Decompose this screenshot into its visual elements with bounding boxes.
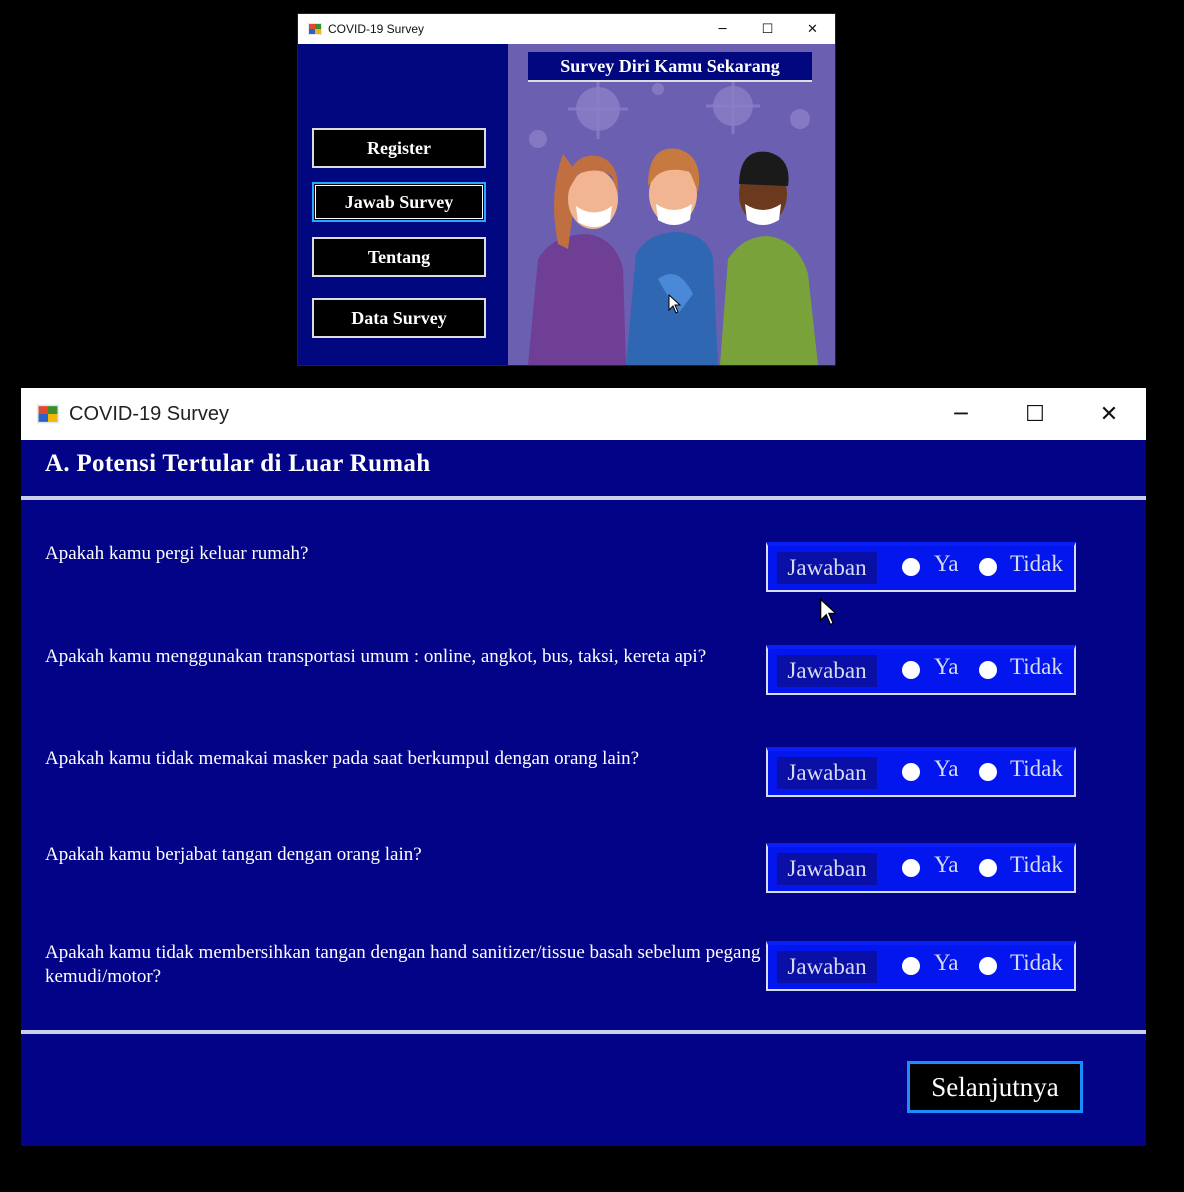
section-title: A. Potensi Tertular di Luar Rumah (45, 450, 431, 477)
window-title: COVID-19 Survey (69, 402, 230, 425)
minimize-button[interactable]: ─ (924, 388, 998, 440)
radio-ya[interactable] (902, 661, 920, 679)
banner-title: Survey Diri Kamu Sekarang (528, 52, 812, 82)
title-bar[interactable]: COVID-19 Survey ─ ☐ ✕ (298, 14, 835, 44)
option-tidak-label[interactable]: Tidak (1010, 654, 1063, 680)
app-icon (37, 404, 59, 424)
radio-tidak[interactable] (979, 661, 997, 679)
answer-group-4: Jawaban Ya Tidak (766, 843, 1076, 893)
mouse-cursor-icon (668, 294, 682, 314)
mouse-cursor-icon (819, 598, 838, 626)
option-ya-label[interactable]: Ya (934, 950, 959, 976)
answer-group-1: Jawaban Ya Tidak (766, 542, 1076, 592)
option-ya-label[interactable]: Ya (934, 654, 959, 680)
answer-group-2: Jawaban Ya Tidak (766, 645, 1076, 695)
radio-ya[interactable] (902, 558, 920, 576)
radio-tidak[interactable] (979, 957, 997, 975)
title-bar[interactable]: COVID-19 Survey ─ ☐ ✕ (21, 388, 1146, 440)
divider (21, 1030, 1146, 1034)
question-5: Apakah kamu tidak membersihkan tangan de… (45, 942, 761, 987)
tentang-button[interactable]: Tentang (312, 237, 486, 277)
main-menu-window: COVID-19 Survey ─ ☐ ✕ Register Jawab Sur… (298, 14, 835, 365)
radio-tidak[interactable] (979, 763, 997, 781)
divider (21, 496, 1146, 500)
option-tidak-label[interactable]: Tidak (1010, 551, 1063, 577)
question-3: Apakah kamu tidak memakai masker pada sa… (45, 748, 640, 769)
answer-label: Jawaban (777, 757, 877, 789)
data-survey-button[interactable]: Data Survey (312, 298, 486, 338)
minimize-button[interactable]: ─ (700, 14, 745, 44)
answer-group-3: Jawaban Ya Tidak (766, 747, 1076, 797)
answer-group-5: Jawaban Ya Tidak (766, 941, 1076, 991)
radio-ya[interactable] (902, 957, 920, 975)
illustration-art (528, 79, 818, 365)
close-button[interactable]: ✕ (1072, 388, 1146, 440)
maximize-button[interactable]: ☐ (998, 388, 1072, 440)
radio-tidak[interactable] (979, 558, 997, 576)
radio-ya[interactable] (902, 859, 920, 877)
people-wearing-masks-illustration: Survey Diri Kamu Sekarang (508, 44, 835, 365)
option-tidak-label[interactable]: Tidak (1010, 950, 1063, 976)
answer-label: Jawaban (777, 853, 877, 885)
option-ya-label[interactable]: Ya (934, 756, 959, 782)
question-4: Apakah kamu berjabat tangan dengan orang… (45, 844, 422, 865)
option-tidak-label[interactable]: Tidak (1010, 852, 1063, 878)
answer-label: Jawaban (777, 552, 877, 584)
question-1: Apakah kamu pergi keluar rumah? (45, 543, 309, 564)
survey-window: COVID-19 Survey ─ ☐ ✕ A. Potensi Tertula… (21, 388, 1146, 1146)
answer-label: Jawaban (777, 951, 877, 983)
register-button[interactable]: Register (312, 128, 486, 168)
jawab-survey-button[interactable]: Jawab Survey (312, 182, 486, 222)
option-ya-label[interactable]: Ya (934, 852, 959, 878)
selanjutnya-button[interactable]: Selanjutnya (907, 1061, 1083, 1113)
question-2: Apakah kamu menggunakan transportasi umu… (45, 646, 707, 667)
window-title: COVID-19 Survey (328, 22, 425, 36)
option-ya-label[interactable]: Ya (934, 551, 959, 577)
answer-label: Jawaban (777, 655, 877, 687)
option-tidak-label[interactable]: Tidak (1010, 756, 1063, 782)
radio-tidak[interactable] (979, 859, 997, 877)
maximize-button[interactable]: ☐ (745, 14, 790, 44)
radio-ya[interactable] (902, 763, 920, 781)
close-button[interactable]: ✕ (790, 14, 835, 44)
app-icon (308, 23, 322, 35)
